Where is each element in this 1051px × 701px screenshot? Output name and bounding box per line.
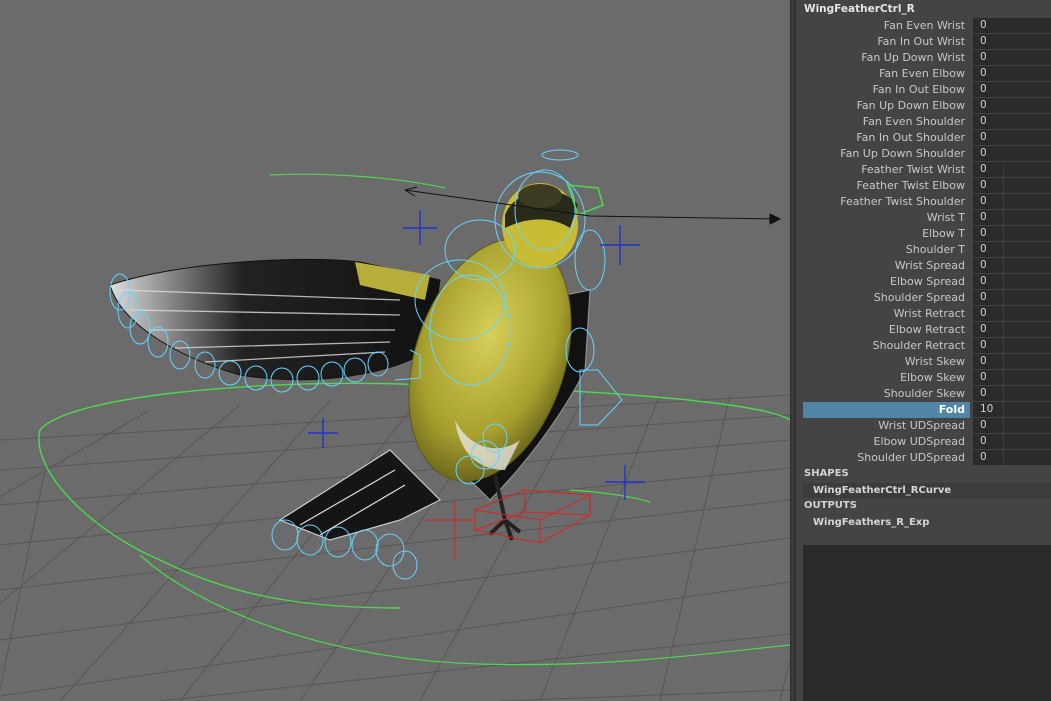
attribute-label[interactable]: Wrist T (803, 210, 970, 226)
attribute-label[interactable]: Feather Twist Wrist (803, 162, 970, 178)
attribute-value-field[interactable]: 0 (973, 274, 1051, 289)
attribute-label[interactable]: Shoulder T (803, 242, 970, 258)
attribute-value-field[interactable]: 0 (973, 178, 1051, 193)
attribute-value-field[interactable]: 0 (973, 82, 1051, 97)
attribute-row[interactable]: Elbow T0 (803, 226, 1051, 242)
attribute-label[interactable]: Feather Twist Shoulder (803, 194, 970, 210)
attribute-row[interactable]: Wrist Spread 0 (803, 258, 1051, 274)
wing-arc-curve (269, 173, 446, 189)
attribute-value-field[interactable]: 0 (973, 258, 1051, 273)
attribute-row[interactable]: Elbow Retract 0 (803, 322, 1051, 338)
attribute-row[interactable]: Wrist Skew 0 (803, 354, 1051, 370)
attribute-label[interactable]: Fan Even Wrist (803, 18, 970, 34)
attribute-value-field[interactable]: 0 (973, 450, 1051, 465)
attribute-label[interactable]: Shoulder Spread (803, 290, 970, 306)
attribute-row[interactable]: Wrist Retract 0 (803, 306, 1051, 322)
attribute-row[interactable]: Feather Twist Shoulder 0 (803, 194, 1051, 210)
attribute-row[interactable]: Shoulder Spread 0 (803, 290, 1051, 306)
attribute-label[interactable]: Fan In Out Wrist (803, 34, 970, 50)
attribute-value-field[interactable]: 0 (973, 66, 1051, 81)
attribute-value-field[interactable]: 10 (973, 402, 1051, 417)
attribute-label[interactable]: Elbow UDSpread (803, 434, 970, 450)
attribute-value-field[interactable]: 0 (973, 354, 1051, 369)
attribute-label[interactable]: Fan In Out Elbow (803, 82, 970, 98)
attribute-row[interactable]: Elbow UDSpread 0 (803, 434, 1051, 450)
attribute-label[interactable]: Wrist Spread (803, 258, 970, 274)
shape-node[interactable]: WingFeatherCtrl_RCurve (803, 483, 1051, 498)
attribute-row[interactable]: Fan In Out Elbow 0 (803, 82, 1051, 98)
attribute-row[interactable]: Shoulder Skew 0 (803, 386, 1051, 402)
attribute-value-field[interactable]: 0 (973, 146, 1051, 161)
attribute-label[interactable]: Shoulder Retract (803, 338, 970, 354)
attribute-label[interactable]: Feather Twist Elbow (803, 178, 970, 194)
attribute-label[interactable]: Fan Even Elbow (803, 66, 970, 82)
attribute-label[interactable]: Fan Even Shoulder (803, 114, 970, 130)
attribute-value-field[interactable]: 0 (973, 210, 1051, 225)
attribute-label[interactable]: Wrist Retract (803, 306, 970, 322)
attribute-label[interactable]: Shoulder Skew (803, 386, 970, 402)
attribute-value-field[interactable]: 0 (973, 418, 1051, 433)
attribute-row[interactable]: Elbow Skew 0 (803, 370, 1051, 386)
attribute-value-field[interactable]: 0 (973, 434, 1051, 449)
3d-viewport[interactable] (0, 0, 790, 701)
foot-arc-curve (569, 489, 651, 503)
attribute-label[interactable]: Fan Up Down Wrist (803, 50, 970, 66)
aim-arrow (404, 186, 782, 225)
output-node[interactable]: WingFeathers_R_Exp (803, 515, 1051, 530)
attribute-row[interactable]: Feather Twist Wrist 0 (803, 162, 1051, 178)
attribute-value-field[interactable]: 0 (973, 338, 1051, 353)
attribute-label[interactable]: Fan In Out Shoulder (803, 130, 970, 146)
attribute-label[interactable]: Wrist Skew (803, 354, 970, 370)
attribute-row[interactable]: Wrist T0 (803, 210, 1051, 226)
attribute-label[interactable]: Wrist UDSpread (803, 418, 970, 434)
attribute-value-field[interactable]: 0 (973, 18, 1051, 33)
attribute-value-field[interactable]: 0 (973, 306, 1051, 321)
attribute-value-field[interactable]: 0 (973, 194, 1051, 209)
attribute-value-field[interactable]: 0 (973, 50, 1051, 65)
attribute-row[interactable]: Fan Even Wrist 0 (803, 18, 1051, 34)
attribute-row[interactable]: Fold 10 (803, 402, 1051, 418)
attribute-label[interactable]: Elbow Skew (803, 370, 970, 386)
attribute-value-field[interactable]: 0 (973, 162, 1051, 177)
attribute-value-field[interactable]: 0 (973, 98, 1051, 113)
attribute-value-field[interactable]: 0 (973, 322, 1051, 337)
viewport-scene[interactable] (0, 0, 790, 701)
attribute-row[interactable]: Shoulder Retract 0 (803, 338, 1051, 354)
attribute-row[interactable]: Wrist UDSpread 0 (803, 418, 1051, 434)
shapes-header: SHAPES (804, 468, 849, 479)
attribute-label[interactable]: Elbow Spread (803, 274, 970, 290)
attribute-row[interactable]: Fan In Out Shoulder 0 (803, 130, 1051, 146)
attribute-row[interactable]: Shoulder UDSpread 0 (803, 450, 1051, 466)
attribute-row[interactable]: Fan Even Elbow 0 (803, 66, 1051, 82)
attribute-row[interactable]: Fan In Out Wrist 0 (803, 34, 1051, 50)
attribute-row[interactable]: Shoulder T0 (803, 242, 1051, 258)
attribute-label[interactable]: Fan Up Down Elbow (803, 98, 970, 114)
outputs-header: OUTPUTS (804, 500, 857, 511)
attribute-row[interactable]: Elbow Spread 0 (803, 274, 1051, 290)
attribute-label[interactable]: Fan Up Down Shoulder (803, 146, 970, 162)
attribute-row[interactable]: Fan Up Down Wrist 0 (803, 50, 1051, 66)
attribute-value-field[interactable]: 0 (973, 386, 1051, 401)
attribute-value-field[interactable]: 0 (973, 130, 1051, 145)
attribute-row[interactable]: Feather Twist Elbow 0 (803, 178, 1051, 194)
attribute-value-field[interactable]: 0 (973, 370, 1051, 385)
attribute-label[interactable]: Elbow T (803, 226, 970, 242)
attribute-label[interactable]: Elbow Retract (803, 322, 970, 338)
channel-box: WingFeatherCtrl_R Fan Even Wrist 0 Fan In … (796, 0, 1051, 701)
node-name[interactable]: WingFeatherCtrl_R (804, 3, 915, 15)
attribute-label[interactable]: Fold (803, 402, 970, 418)
attribute-value-field[interactable]: 0 (973, 114, 1051, 129)
attribute-row[interactable]: Fan Up Down Shoulder 0 (803, 146, 1051, 162)
attribute-row[interactable]: Fan Up Down Elbow 0 (803, 98, 1051, 114)
attribute-label[interactable]: Shoulder UDSpread (803, 450, 970, 466)
attribute-value-field[interactable]: 0 (973, 290, 1051, 305)
ground-grid (0, 393, 790, 701)
channel-box-empty-area (803, 545, 1051, 701)
attribute-value-field[interactable]: 0 (973, 34, 1051, 49)
attribute-value-field[interactable]: 0 (973, 242, 1051, 257)
attribute-row[interactable]: Fan Even Shoulder 0 (803, 114, 1051, 130)
left-wing-mesh (109, 258, 441, 381)
bird-head-mesh (502, 183, 578, 267)
attribute-value-field[interactable]: 0 (973, 226, 1051, 241)
